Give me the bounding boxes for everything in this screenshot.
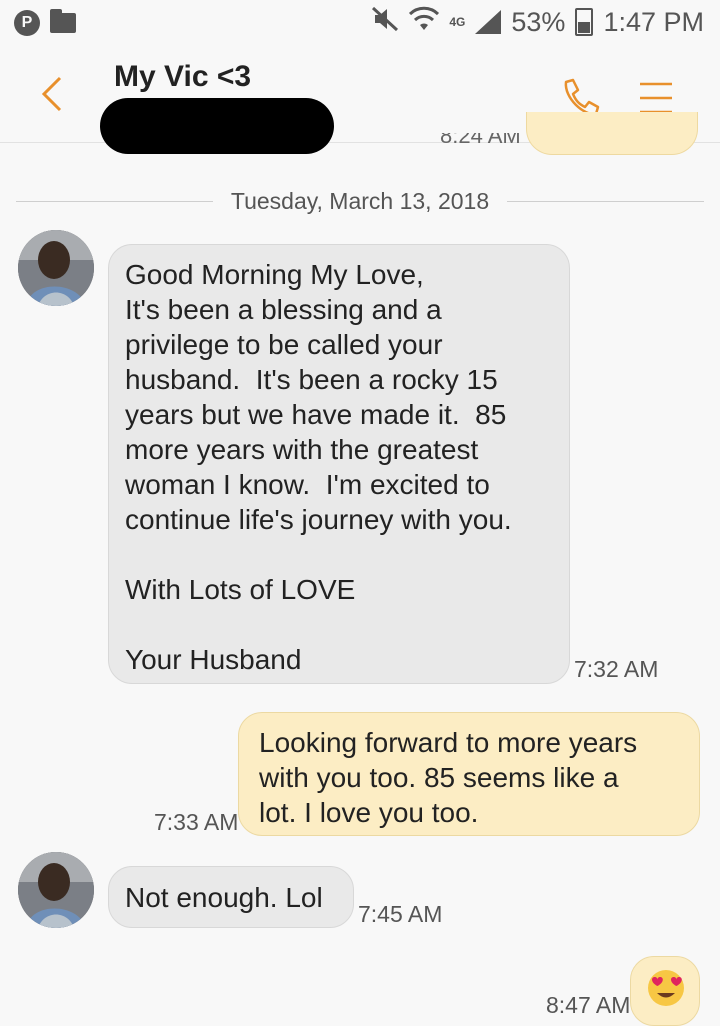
mute-icon [371,6,399,38]
message-time-partial: 8:24 AM [440,133,521,147]
wifi-icon [409,6,440,38]
signal-icon [475,10,502,34]
message-time: 7:45 AM [358,901,443,927]
redacted-phone-number [100,98,334,154]
message-time: 7:33 AM [154,809,239,835]
message-bubble-outgoing-partial[interactable] [526,112,698,155]
contact-avatar[interactable] [18,230,94,306]
battery-icon [575,8,594,36]
divider-line [16,200,213,202]
back-button[interactable] [36,66,80,122]
message-bubble-outgoing[interactable]: Looking forward to more years with you t… [238,712,700,836]
contact-avatar[interactable] [18,852,94,928]
message-bubble-incoming[interactable]: Good Morning My Love, It's been a blessi… [108,244,570,684]
heart-eyes-emoji-icon [646,968,686,1008]
divider-line [507,200,705,202]
status-bar: P 4G 53% 1:47 PM [0,0,720,46]
network-type-icon: 4G [449,15,466,29]
folder-icon [50,9,76,33]
battery-percent: 53% [511,6,566,37]
date-divider: Tuesday, March 13, 2018 [16,184,705,218]
date-label: Tuesday, March 13, 2018 [230,187,490,214]
contact-name[interactable]: My Vic <3 [114,60,251,94]
message-time: 7:32 AM [574,656,659,682]
chevron-left-icon [41,76,62,112]
message-bubble-incoming[interactable]: Not enough. Lol [108,866,354,928]
parking-app-icon: P [14,10,40,36]
clock: 1:47 PM [603,6,704,37]
message-time: 8:47 AM [546,992,631,1018]
